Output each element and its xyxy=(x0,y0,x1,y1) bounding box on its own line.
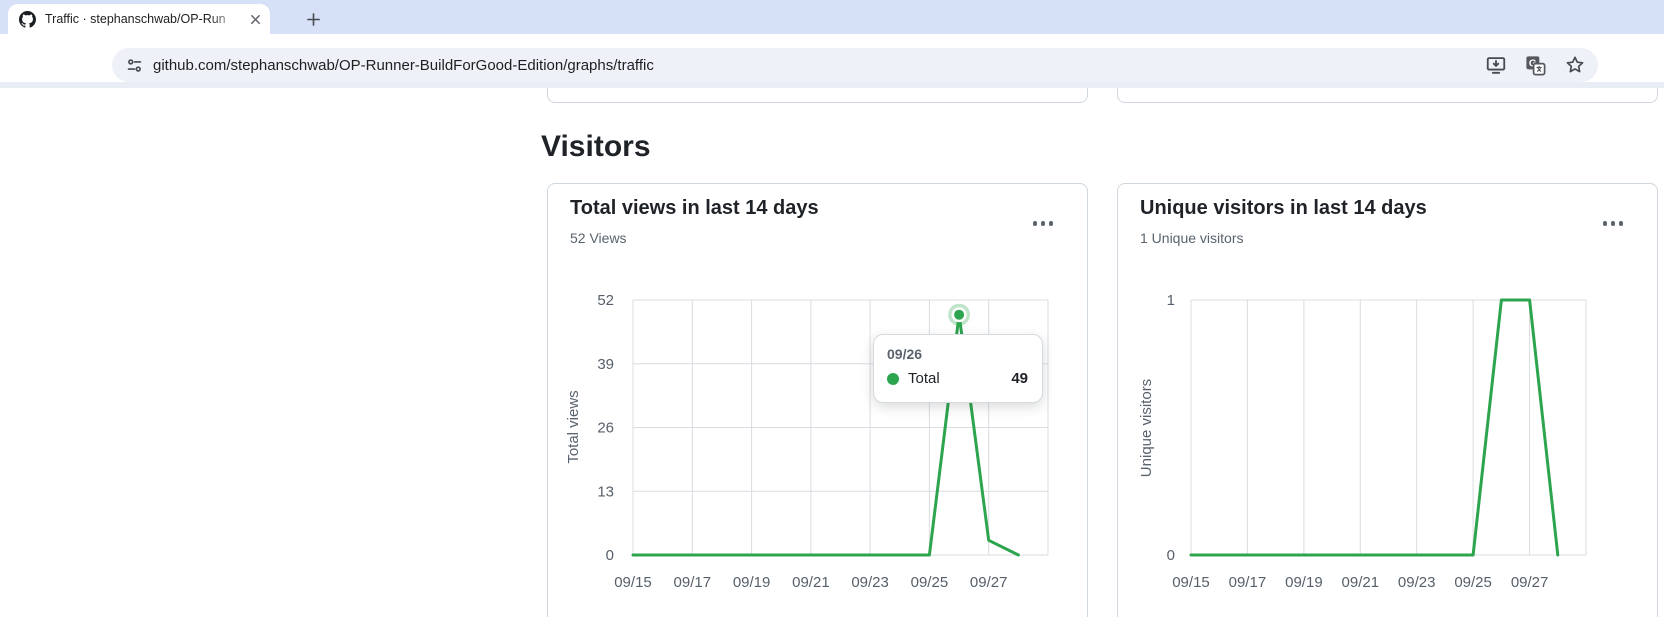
kebab-menu-icon[interactable] xyxy=(1029,217,1058,230)
install-app-icon[interactable] xyxy=(1485,54,1507,76)
browser-window: Traffic · stephanschwab/OP-Run 7 xyxy=(0,0,1664,617)
bookmark-star-icon[interactable] xyxy=(1564,54,1586,76)
y-axis-title: Total views xyxy=(565,390,582,463)
svg-text:09/19: 09/19 xyxy=(733,574,771,591)
svg-text:09/21: 09/21 xyxy=(1342,574,1380,591)
svg-text:0: 0 xyxy=(606,547,614,564)
svg-text:09/15: 09/15 xyxy=(1172,574,1210,591)
github-favicon-icon xyxy=(19,10,36,28)
card-subtitle: 1 Unique visitors xyxy=(1140,230,1244,246)
svg-text:09/23: 09/23 xyxy=(1398,574,1436,591)
card-title: Total views in last 14 days xyxy=(570,197,819,219)
svg-text:09/27: 09/27 xyxy=(970,574,1008,591)
browser-tab[interactable]: Traffic · stephanschwab/OP-Run xyxy=(8,4,270,34)
url-text: github.com/stephanschwab/OP-Runner-Build… xyxy=(153,56,654,74)
tab-close-icon[interactable] xyxy=(246,10,264,28)
page-title: Visitors xyxy=(541,130,651,163)
svg-text:0: 0 xyxy=(1167,547,1175,564)
tooltip-date: 09/26 xyxy=(887,346,923,362)
y-axis-title: Unique visitors xyxy=(1138,379,1155,477)
kebab-menu-icon[interactable] xyxy=(1599,217,1628,230)
total-views-chart[interactable]: 0 13 26 39 52 09/15 09/17 09/19 09/21 09/23 09/25 0… xyxy=(548,271,1089,601)
tab-title: Traffic · stephanschwab/OP-Run xyxy=(45,12,226,26)
partial-card-above-right xyxy=(1117,88,1658,103)
new-tab-button[interactable] xyxy=(300,6,326,32)
tooltip-series-label: Total xyxy=(908,370,940,387)
google-translate-icon[interactable]: G xyxy=(1524,54,1547,77)
site-settings-tune-icon[interactable] xyxy=(126,57,143,74)
unique-visitors-card: Unique visitors in last 14 days 1 Unique… xyxy=(1117,183,1658,617)
card-subtitle: 52 Views xyxy=(570,230,627,246)
github-traffic-page: Visitors Total views in last 14 days 52 … xyxy=(0,88,1664,617)
svg-text:1: 1 xyxy=(1167,292,1175,309)
svg-text:09/25: 09/25 xyxy=(911,574,949,591)
svg-text:09/21: 09/21 xyxy=(792,574,830,591)
chart-tooltip: 09/26 Total 49 xyxy=(873,334,1043,403)
svg-text:09/15: 09/15 xyxy=(614,574,652,591)
browser-toolbar: 7 github.com/stephanschwab/OP-Runner-Bui… xyxy=(0,34,1664,109)
url-omnibox[interactable]: github.com/stephanschwab/OP-Runner-Build… xyxy=(112,48,1598,82)
unique-visitors-chart[interactable]: 0 1 09/15 09/17 09/19 09/21 09/23 09/25 09/27 Uni… xyxy=(1118,271,1659,601)
svg-text:39: 39 xyxy=(597,356,614,373)
tab-strip: Traffic · stephanschwab/OP-Run xyxy=(0,0,1664,34)
tooltip-value: 49 xyxy=(1011,370,1028,387)
svg-text:13: 13 xyxy=(597,483,614,500)
tooltip-series-dot xyxy=(887,372,899,385)
card-title: Unique visitors in last 14 days xyxy=(1140,197,1427,219)
partial-card-above-left xyxy=(547,88,1088,103)
gridlines xyxy=(1190,299,1587,556)
svg-text:09/27: 09/27 xyxy=(1511,574,1549,591)
axis-tick-labels: 0 1 09/15 09/17 09/19 09/21 09/23 09/25 09/27 xyxy=(1167,292,1549,591)
svg-text:09/23: 09/23 xyxy=(851,574,889,591)
svg-text:09/19: 09/19 xyxy=(1285,574,1323,591)
svg-text:26: 26 xyxy=(597,420,614,437)
highlight-point xyxy=(954,309,965,320)
plus-icon xyxy=(306,12,320,26)
data-line xyxy=(1189,298,1560,557)
svg-text:52: 52 xyxy=(597,292,614,309)
svg-text:09/17: 09/17 xyxy=(1229,574,1267,591)
svg-text:09/17: 09/17 xyxy=(674,574,712,591)
svg-text:09/25: 09/25 xyxy=(1454,574,1492,591)
